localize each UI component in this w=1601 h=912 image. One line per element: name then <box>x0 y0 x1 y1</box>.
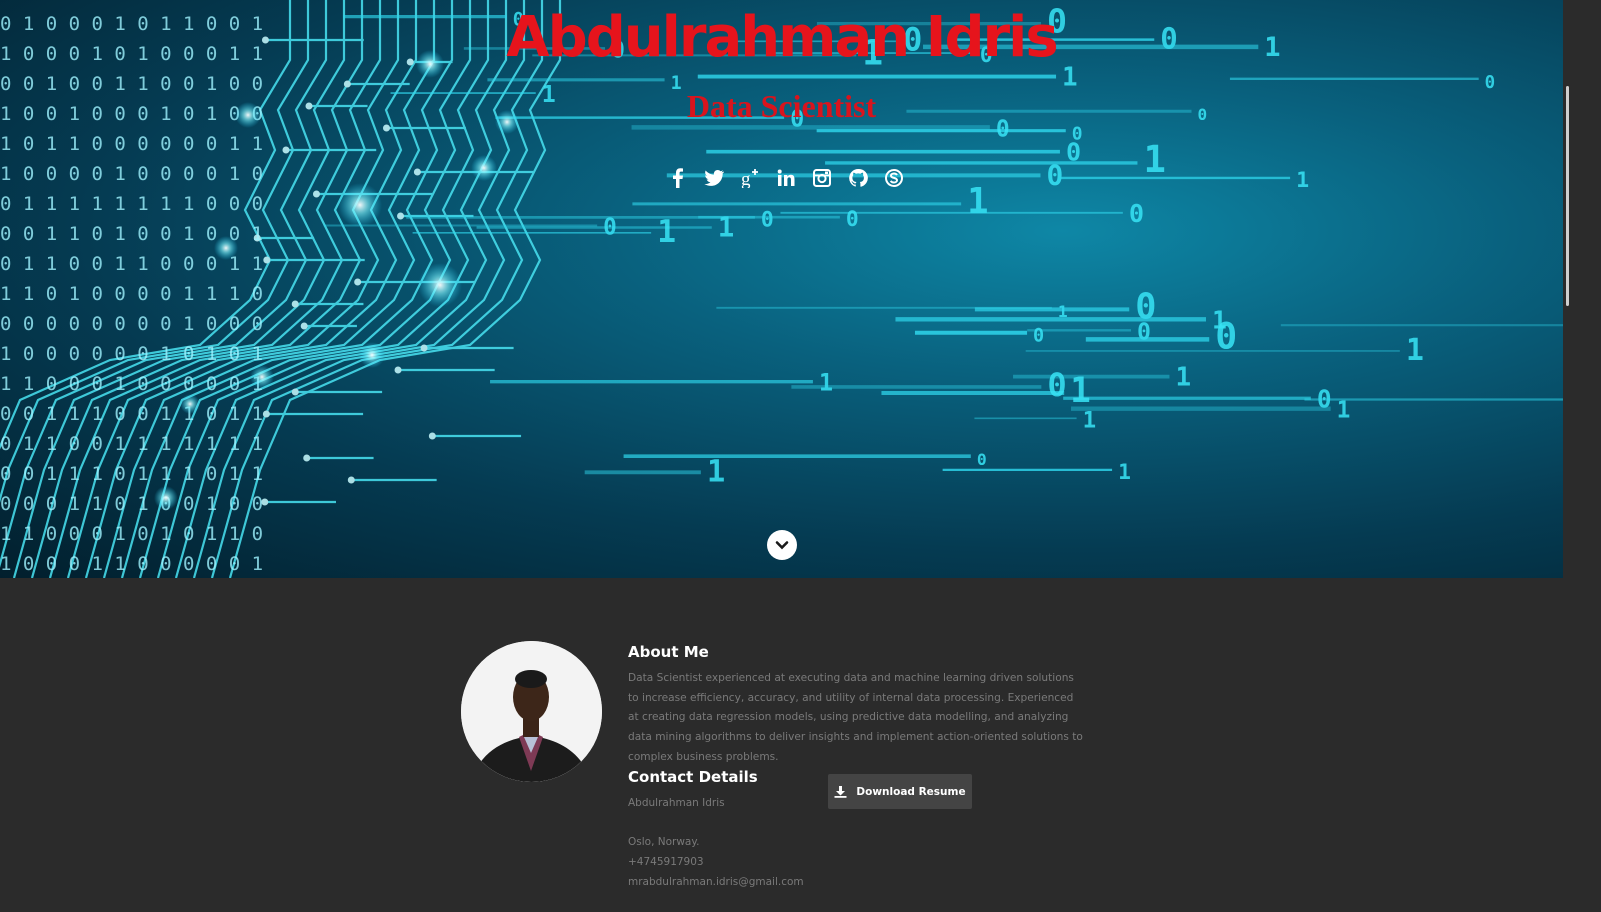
circuit-head-background: 0 1 0 0 0 1 0 1 1 0 0 1 1 0 0 0 1 0 1 0 … <box>0 0 1563 578</box>
svg-text:0: 0 <box>1129 199 1144 228</box>
contact-name: Abdulrahman Idris <box>628 797 725 809</box>
svg-text:1 1 0 0 0 1 0 0 0 0 0 1: 1 1 0 0 0 1 0 0 0 0 0 1 <box>0 373 263 395</box>
svg-text:1: 1 <box>1083 407 1097 433</box>
google-plus-icon[interactable]: g <box>732 160 768 196</box>
contact-phone: +4745917903 <box>628 856 704 868</box>
download-resume-label: Download Resume <box>856 785 966 798</box>
about-description: Data Scientist experienced at executing … <box>628 672 1083 763</box>
download-icon <box>834 786 847 798</box>
svg-text:0 1 1 1 1 1 1 1 1 0 0 0: 0 1 1 1 1 1 1 1 1 0 0 0 <box>0 193 263 215</box>
svg-text:0: 0 <box>977 450 987 469</box>
svg-text:1: 1 <box>1143 137 1165 181</box>
svg-text:0: 0 <box>1033 326 1044 347</box>
svg-text:0 0 1 1 1 0 0 1 1 0 1 1: 0 0 1 1 1 0 0 1 1 0 1 1 <box>0 403 263 425</box>
svg-text:0: 0 <box>603 215 617 241</box>
svg-text:1 1 0 1 0 0 0 0 1 1 1 0: 1 1 0 1 0 0 0 0 1 1 1 0 <box>0 283 263 305</box>
svg-text:1 0 0 0 0 0 0 1 0 1 0 1: 1 0 0 0 0 0 0 1 0 1 0 1 <box>0 343 263 365</box>
svg-text:0 0 1 1 1 0 1 1 1 0 1 1: 0 0 1 1 1 0 1 1 1 0 1 1 <box>0 463 263 485</box>
svg-text:1: 1 <box>1296 168 1309 193</box>
contact-heading: Contact Details <box>628 768 758 786</box>
download-resume-button[interactable]: Download Resume <box>828 774 972 809</box>
hero-name: Abdulrahman Idris <box>506 5 1058 70</box>
svg-text:1 0 0 0 0 1 0 0 0 0 1 0: 1 0 0 0 0 1 0 0 0 0 1 0 <box>0 163 263 185</box>
svg-text:1: 1 <box>1175 363 1191 393</box>
twitter-icon[interactable] <box>696 160 732 196</box>
scrollbar-thumb[interactable] <box>1566 86 1569 306</box>
svg-text:0: 0 <box>761 207 774 232</box>
svg-text:g: g <box>741 169 751 188</box>
svg-text:1: 1 <box>1212 305 1227 334</box>
hero-job-title: Data Scientist <box>686 88 877 124</box>
svg-text:1: 1 <box>1118 460 1131 485</box>
instagram-icon[interactable] <box>804 160 840 196</box>
svg-text:1: 1 <box>819 369 833 397</box>
svg-text:1: 1 <box>657 214 676 250</box>
scroll-down-button[interactable] <box>767 530 797 560</box>
svg-text:1 0 1 1 0 0 0 0 0 0 1 1: 1 0 1 1 0 0 0 0 0 0 1 1 <box>0 133 263 155</box>
facebook-icon[interactable] <box>660 160 696 196</box>
social-links: g <box>660 160 912 196</box>
about-heading: About Me <box>628 643 709 661</box>
github-icon[interactable] <box>840 160 876 196</box>
svg-text:1 1 0 0 0 1 0 1 0 1 1 0: 1 1 0 0 0 1 0 1 0 1 1 0 <box>0 523 263 545</box>
svg-text:1: 1 <box>1337 398 1351 424</box>
svg-text:0 0 0 0 0 0 0 0 1 0 0 0: 0 0 0 0 0 0 0 0 1 0 0 0 <box>0 313 263 335</box>
svg-text:1: 1 <box>1406 333 1424 368</box>
svg-text:1 0 0 0 1 1 0 0 0 0 0 1: 1 0 0 0 1 1 0 0 0 0 0 1 <box>0 553 263 575</box>
linkedin-icon[interactable] <box>768 160 804 196</box>
svg-text:0 0 0 1 1 0 1 0 0 1 0 0: 0 0 0 1 1 0 1 0 0 1 0 0 <box>0 493 263 515</box>
profile-photo <box>461 641 602 782</box>
svg-text:0 1 1 0 0 1 1 1 1 1 1 1: 0 1 1 0 0 1 1 1 1 1 1 1 <box>0 433 263 455</box>
svg-text:0: 0 <box>846 207 859 232</box>
svg-text:1: 1 <box>707 454 725 489</box>
svg-text:1: 1 <box>967 181 988 222</box>
contact-location: Oslo, Norway. <box>628 836 700 848</box>
svg-text:1: 1 <box>1070 371 1091 411</box>
chevron-down-icon <box>775 541 789 550</box>
hero-banner: 0 1 0 0 0 1 0 1 1 0 0 1 1 0 0 0 1 0 1 0 … <box>0 0 1563 578</box>
skype-icon[interactable] <box>876 160 912 196</box>
svg-text:0: 0 <box>1047 366 1066 404</box>
contact-email[interactable]: mrabdulrahman.idris@gmail.com <box>628 876 804 888</box>
